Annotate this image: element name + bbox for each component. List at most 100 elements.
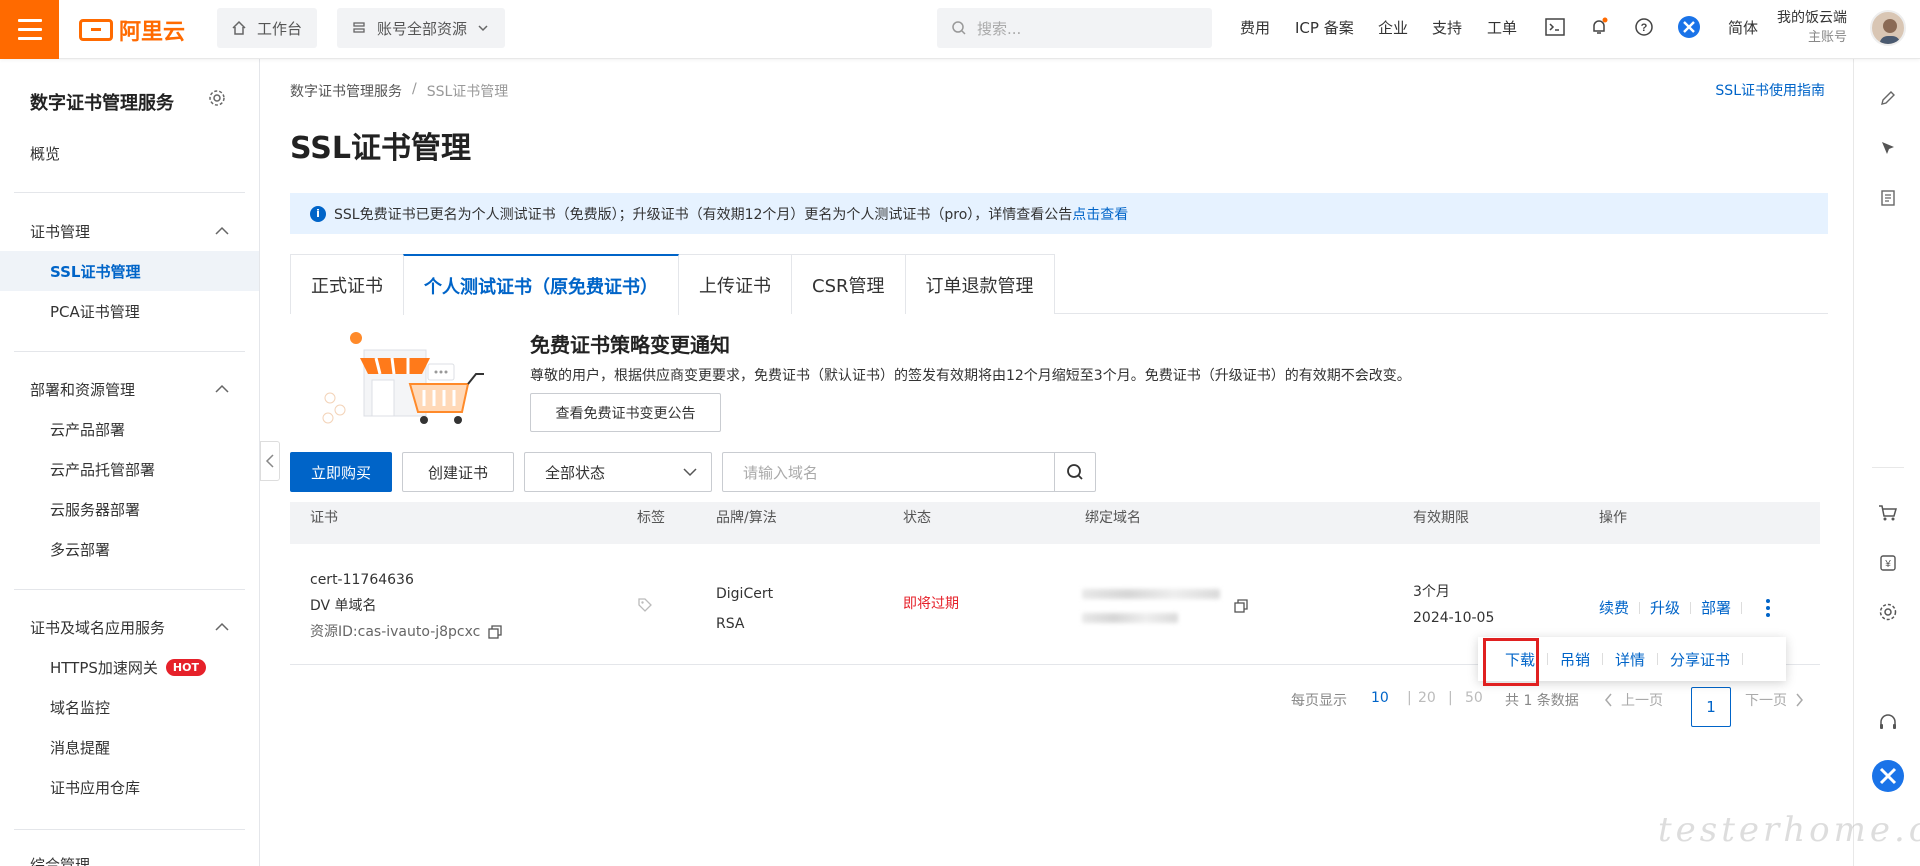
status-select[interactable]: 全部状态 [524,452,712,492]
breadcrumb-separator: / [412,81,417,97]
copy-icon[interactable] [488,625,503,639]
sidebar-item-label: 域名监控 [50,698,111,717]
sidebar-item-label: 云产品部署 [50,420,126,439]
headset-icon[interactable] [1876,711,1900,735]
sidebar-item-pca[interactable]: PCA证书管理 [0,291,259,331]
sidebar-item-notifications[interactable]: 消息提醒 [0,727,259,767]
pointer-icon[interactable] [1876,136,1900,160]
more-actions-icon[interactable] [1766,598,1771,617]
prev-page-label: 上一页 [1621,693,1663,709]
billing-link[interactable]: 费用 [1240,17,1270,38]
sidebar-item-cloud-deploy[interactable]: 云产品部署 [0,409,259,449]
icp-link[interactable]: ICP 备案 [1295,17,1354,38]
column-header: 状态 [903,510,931,526]
user-info[interactable]: 我的饭云端 主账号 [1777,8,1847,48]
ssl-guide-link[interactable]: SSL证书使用指南 [1715,80,1825,100]
next-page-button[interactable]: 下一页 [1745,690,1804,710]
details-menu-item[interactable]: 详情 [1615,649,1645,670]
menu-toggle-button[interactable] [0,0,59,59]
notice-link[interactable]: 点击查看 [1072,204,1128,224]
ticket-link[interactable]: 工单 [1487,17,1517,38]
table-header: 证书 标签 品牌/算法 状态 绑定域名 有效期限 操作 [290,502,1820,544]
sidebar-item-label: 消息提醒 [50,738,111,757]
deploy-button[interactable]: 部署 [1701,597,1731,618]
sidebar-group-deploy[interactable]: 部署和资源管理 [0,369,259,409]
hot-badge: HOT [165,658,206,676]
enterprise-link[interactable]: 企业 [1378,17,1408,38]
resources-dropdown[interactable]: 账号全部资源 [337,8,505,48]
column-header: 操作 [1599,510,1627,526]
breadcrumb-root[interactable]: 数字证书管理服务 [290,81,402,101]
prev-page-button[interactable]: 上一页 [1604,690,1663,710]
renew-button[interactable]: 续费 [1599,597,1629,618]
help-icon[interactable]: ? [1632,15,1656,39]
sidebar-item-https-gateway[interactable]: HTTPS加速网关 HOT [0,647,259,687]
tab-csr[interactable]: CSR管理 [791,254,906,314]
sidebar-item-cert-repo[interactable]: 证书应用仓库 [0,767,259,807]
notes-icon[interactable] [1876,186,1900,210]
language-switch[interactable]: 简体 [1728,17,1758,38]
sidebar-group-cert-management[interactable]: 证书管理 [0,211,259,251]
page-number-current[interactable]: 1 [1691,687,1731,727]
watermark: testerhome.com [1658,810,1920,850]
support-link[interactable]: 支持 [1432,17,1462,38]
cart-icon[interactable] [1876,501,1900,525]
search-placeholder: 搜索... [977,19,1022,38]
tab-test-cert[interactable]: 个人测试证书（原免费证书） [403,254,679,315]
page-size-option[interactable]: 10 [1371,690,1389,706]
tab-refund[interactable]: 订单退款管理 [904,254,1055,314]
breadcrumb-current: SSL证书管理 [426,84,509,100]
ai-assistant-icon[interactable] [1871,759,1905,793]
bell-icon[interactable] [1587,15,1611,39]
domain-search-button[interactable] [1054,452,1096,492]
view-announcement-button[interactable]: 查看免费证书变更公告 [530,393,721,432]
layers-icon [353,22,365,33]
sidebar-item-label: SSL证书管理 [50,262,141,281]
next-page-label: 下一页 [1745,693,1787,709]
avatar[interactable] [1870,10,1906,46]
right-toolbar: ¥ [1853,59,1920,866]
tag-icon[interactable] [637,597,653,617]
billing-icon[interactable]: ¥ [1876,551,1900,575]
column-header: 有效期限 [1413,510,1469,526]
share-cert-menu-item[interactable]: 分享证书 [1670,649,1730,670]
sidebar-item-server-deploy[interactable]: 云服务器部署 [0,489,259,529]
sidebar-item-domain-monitor[interactable]: 域名监控 [0,687,259,727]
sidebar-group-general[interactable]: 综合管理 [0,845,259,866]
sidebar-item-overview[interactable]: 概览 [0,133,259,173]
sidebar-item-ssl[interactable]: SSL证书管理 [0,251,259,291]
sidebar-item-hosted-deploy[interactable]: 云产品托管部署 [0,449,259,489]
terminal-icon[interactable] [1543,15,1567,39]
total-count: 共 1 条数据 [1505,693,1579,709]
edit-icon[interactable] [1876,86,1900,110]
domain-search-input[interactable]: 请输入域名 [722,452,1055,492]
column-header: 标签 [637,510,665,526]
notice-text: SSL免费证书已更名为个人测试证书（免费版）；升级证书（有效期12个月）更名为个… [334,206,1073,223]
create-cert-button[interactable]: 创建证书 [402,452,514,492]
global-search-input[interactable]: 搜索... [937,8,1212,48]
sidebar-collapse-button[interactable] [260,441,280,481]
user-name: 我的饭云端 [1777,10,1847,26]
copy-icon[interactable] [1234,599,1248,613]
sidebar-group-app-services[interactable]: 证书及域名应用服务 [0,607,259,647]
tab-upload-cert[interactable]: 上传证书 [678,254,792,314]
buy-now-button[interactable]: 立即购买 [290,452,392,492]
chevron-down-icon [478,25,488,32]
page-size-label: 每页显示 [1291,693,1347,709]
workbench-button[interactable]: 工作台 [217,8,317,48]
revoke-menu-item[interactable]: 吊销 [1560,649,1590,670]
action-divider [1602,653,1604,665]
chevron-up-icon [215,384,229,393]
page-size-option[interactable]: 50 [1465,690,1483,706]
upgrade-button[interactable]: 升级 [1650,597,1680,618]
gear-icon[interactable] [208,89,226,111]
brand-logo[interactable]: 阿里云 [79,14,185,46]
page-size-option[interactable]: 20 [1418,690,1436,706]
tab-formal-cert[interactable]: 正式证书 [290,254,404,314]
settings-icon[interactable] [1876,600,1900,624]
chevron-left-icon [265,454,274,468]
svg-text:¥: ¥ [1884,559,1891,570]
sidebar-item-multicloud-deploy[interactable]: 多云部署 [0,529,259,569]
sidebar-divider [14,589,245,590]
ai-assistant-icon[interactable] [1677,15,1701,39]
